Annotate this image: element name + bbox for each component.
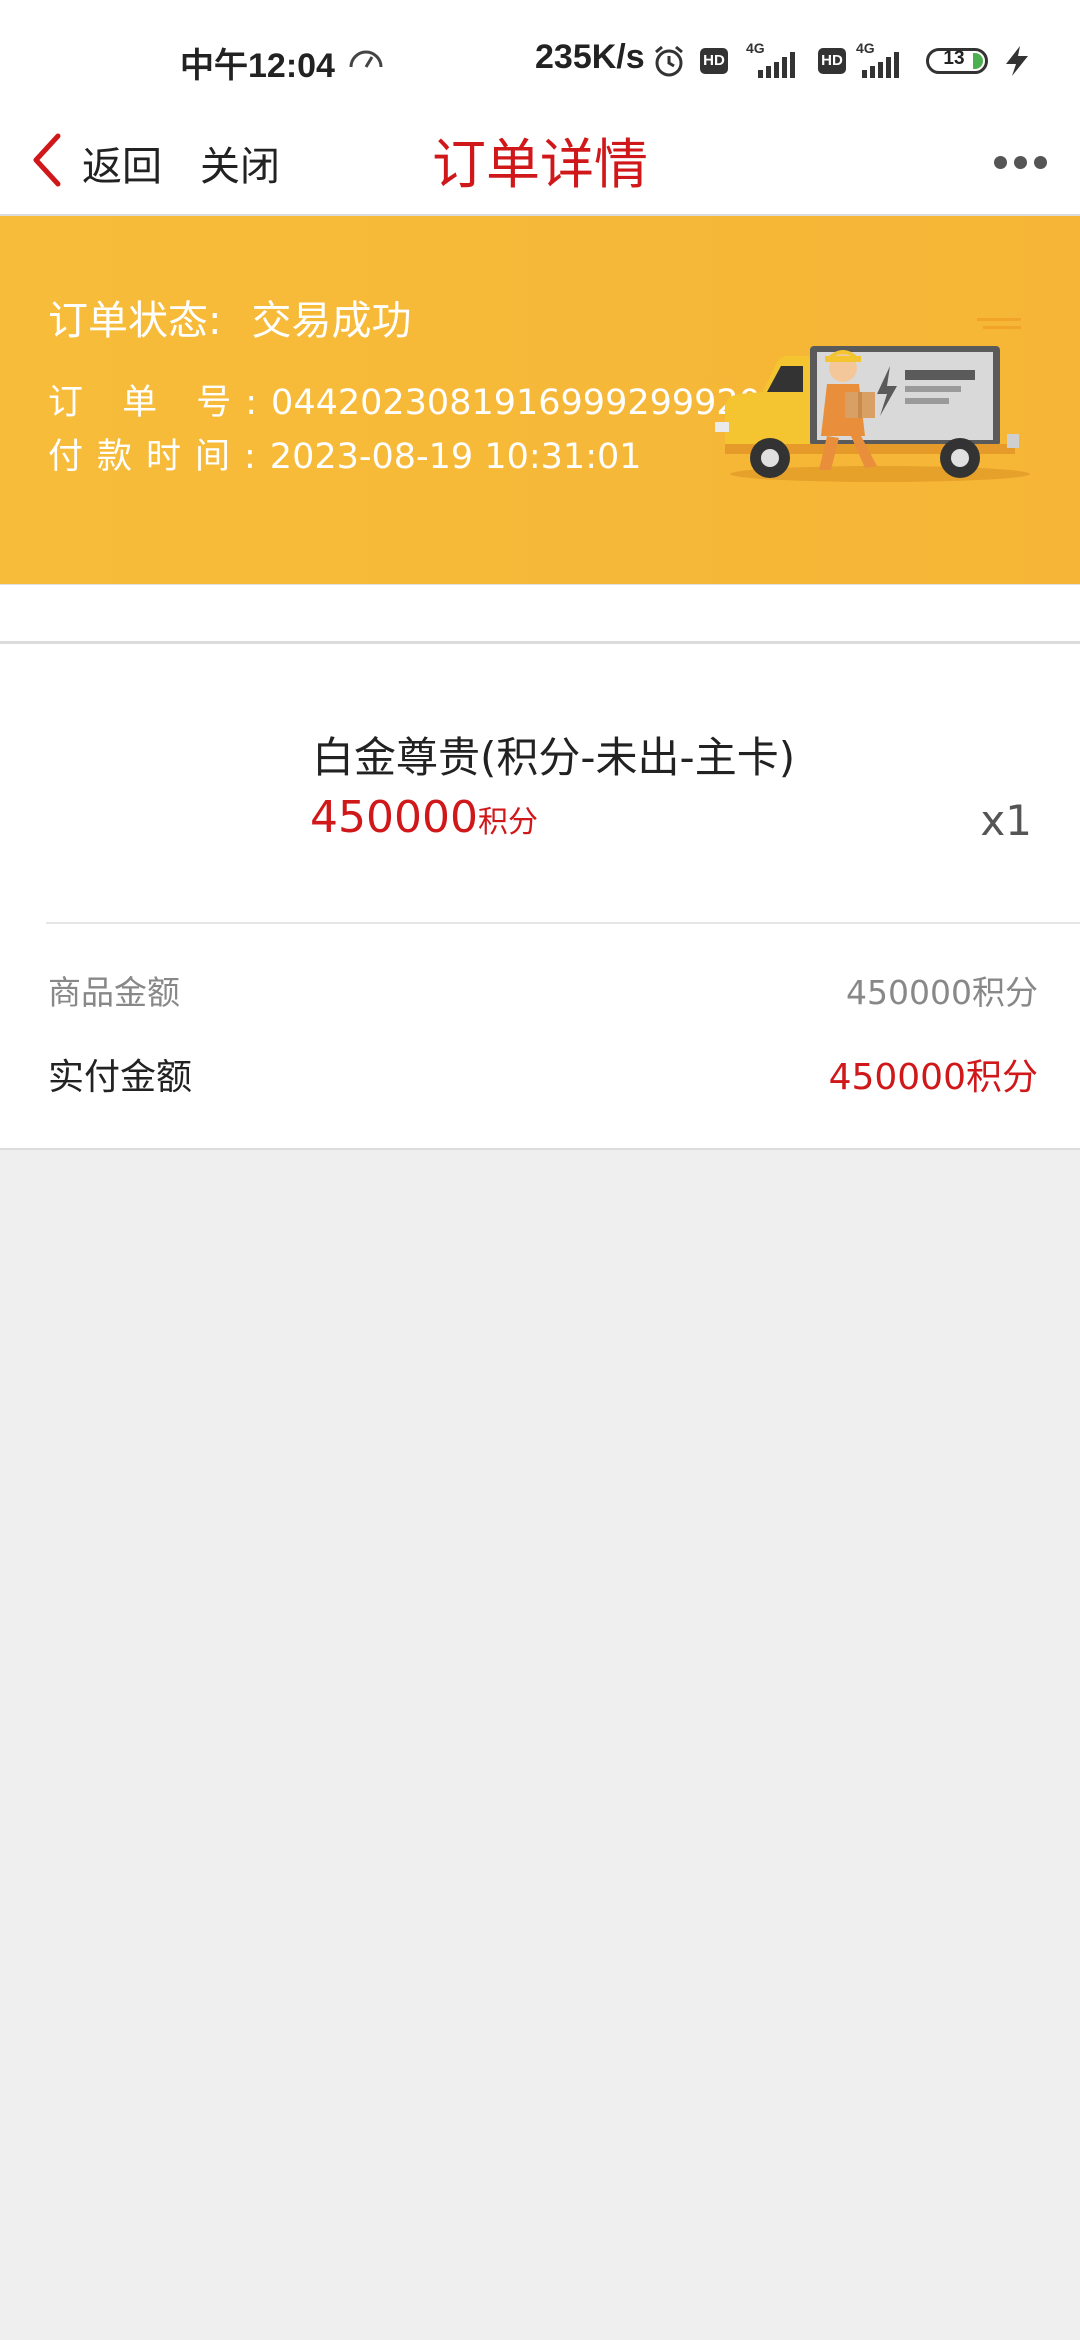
battery-icon: 13	[926, 48, 988, 74]
product-quantity: x1	[980, 796, 1032, 845]
dot-icon	[994, 156, 1007, 169]
network-speed: 235K/s	[535, 38, 645, 76]
signal-icon-2	[862, 52, 899, 78]
nav-bar: 返回 关闭 订单详情	[0, 110, 1080, 216]
dot-icon	[1034, 156, 1047, 169]
product-name[interactable]: 白金尊贵(积分-未出-主卡)	[312, 724, 795, 785]
status-time: 中午12:04	[180, 47, 335, 85]
subtotal-label: 商品金额	[48, 973, 180, 1012]
order-status-banner: 订单状态: 交易成功 订 单 号:044202308191699929992000…	[0, 216, 1080, 584]
hd-badge-2: HD	[818, 48, 846, 74]
paid-amount-label: 实付金额	[48, 1057, 193, 1098]
product-image[interactable]	[46, 704, 246, 904]
divider	[46, 922, 1080, 924]
pay-time-label: 付款时间:	[48, 437, 270, 477]
back-button[interactable]: 返回	[30, 120, 180, 200]
order-status-value: 交易成功	[251, 298, 412, 344]
alarm-icon	[655, 45, 683, 77]
delivery-truck-illustration	[715, 318, 1030, 482]
order-number-label: 订 单 号:	[48, 383, 272, 423]
close-button[interactable]: 关闭	[200, 134, 280, 192]
speedometer-icon	[349, 50, 383, 68]
product-price-value: 450000	[310, 792, 478, 843]
subtotal-value: 450000积分	[846, 973, 1038, 1012]
more-menu-button[interactable]	[990, 150, 1050, 174]
hd-badge: HD	[700, 48, 728, 74]
chevron-left-icon	[33, 133, 61, 187]
order-status-label: 订单状态:	[48, 298, 222, 344]
order-number-row: 订 单 号:044202308191699929992000	[48, 374, 805, 425]
product-section: 白金尊贵(积分-未出-主卡) 450000积分 x1 商品金额 450000积分…	[0, 644, 1080, 1150]
section-gap	[0, 584, 1080, 644]
product-price: 450000积分	[310, 792, 538, 843]
status-bar: 中午12:04 235K/s HD 4G HD 4G 13	[0, 0, 1080, 110]
pay-time-value: 2023-08-19 10:31:01	[269, 437, 642, 477]
signal-icon	[758, 52, 795, 78]
battery-level: 13	[943, 48, 965, 69]
charging-icon	[1006, 46, 1028, 76]
paid-amount-value: 450000积分	[828, 1057, 1038, 1098]
page-title: 订单详情	[432, 133, 648, 196]
order-status: 订单状态: 交易成功	[48, 288, 411, 346]
dot-icon	[1014, 156, 1027, 169]
back-label: 返回	[82, 144, 162, 190]
pay-time-row: 付款时间:2023-08-19 10:31:01	[48, 428, 642, 479]
product-price-unit: 积分	[477, 805, 538, 840]
order-detail-screen: 中午12:04 235K/s HD 4G HD 4G 13 返回 关闭 订单详情…	[0, 0, 1080, 2340]
